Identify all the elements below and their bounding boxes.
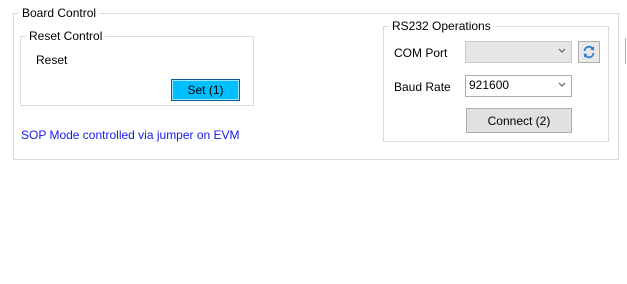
baud-rate-value: 921600 <box>469 78 510 92</box>
reset-label: Reset <box>36 53 68 67</box>
set-button[interactable]: Set (1) <box>171 79 240 101</box>
chevron-down-icon <box>558 48 566 53</box>
refresh-com-ports-button[interactable] <box>578 41 600 63</box>
set-button-label: Set (1) <box>187 83 224 97</box>
rs232-operations-title: RS232 Operations <box>389 19 494 33</box>
refresh-icon <box>583 45 595 59</box>
baud-rate-select[interactable]: 921600 <box>465 75 572 97</box>
baud-rate-label: Baud Rate <box>394 80 451 94</box>
connect-button[interactable]: Connect (2) <box>466 108 572 133</box>
reset-control-title: Reset Control <box>26 29 106 43</box>
sop-mode-note: SOP Mode controlled via jumper on EVM <box>21 128 240 142</box>
connect-button-label: Connect (2) <box>487 113 551 128</box>
board-control-title: Board Control <box>19 6 100 20</box>
com-port-label: COM Port <box>394 46 448 60</box>
window-edge-divider <box>625 38 626 64</box>
chevron-down-icon <box>558 82 566 87</box>
com-port-select[interactable] <box>465 41 572 63</box>
